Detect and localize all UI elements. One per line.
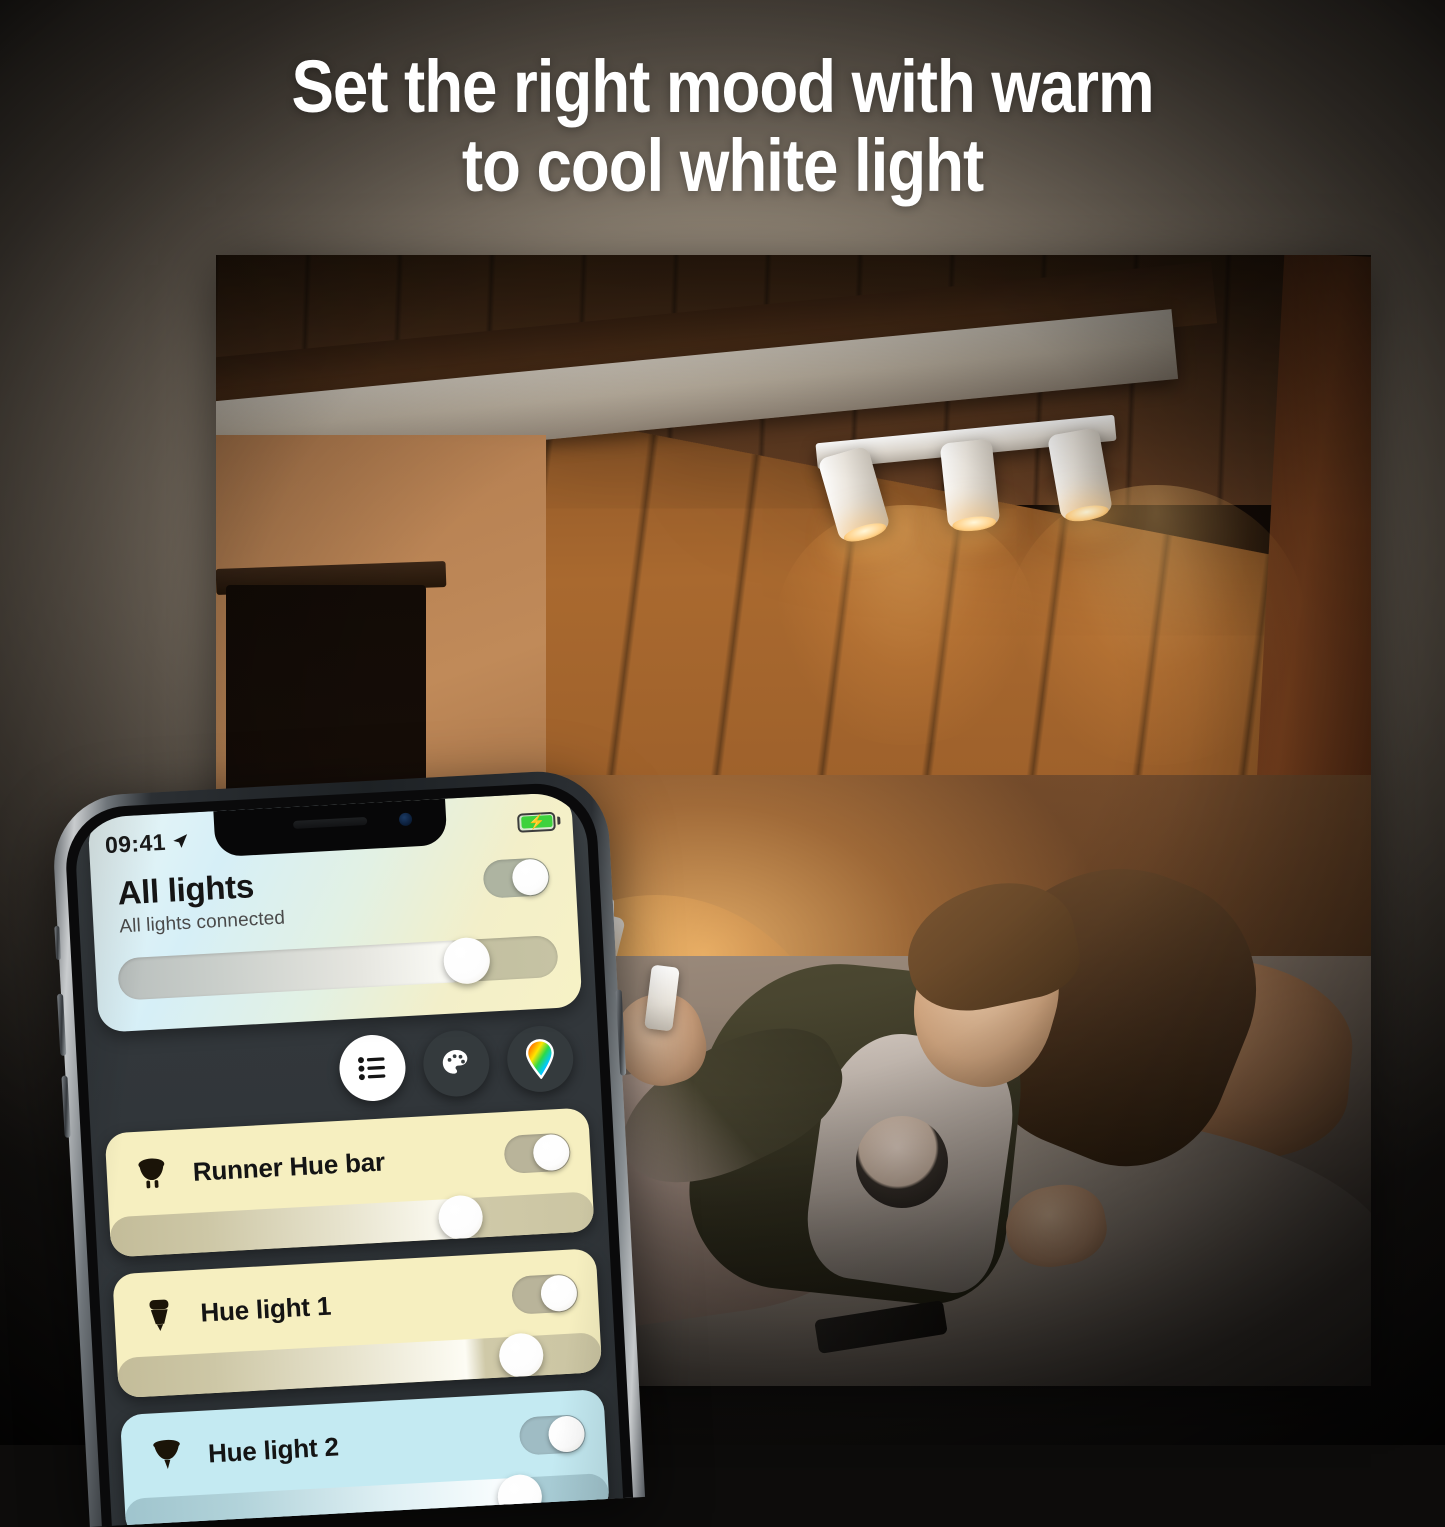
clock-time: 09:41: [104, 828, 167, 858]
light-name: Hue light 2: [207, 1430, 340, 1468]
light-card-hue-light-2[interactable]: Hue light 2: [119, 1389, 610, 1526]
slider-knob[interactable]: [498, 1332, 545, 1379]
status-clock: 09:41: [104, 827, 189, 858]
light-name: Runner Hue bar: [191, 1146, 386, 1187]
scenes-button[interactable]: [421, 1028, 492, 1099]
battery-charging-icon: ⚡: [516, 811, 561, 833]
battery-body: ⚡: [516, 811, 556, 833]
light-toggle[interactable]: [503, 1132, 572, 1174]
spot-bulb-icon: [153, 1439, 180, 1469]
phone-screen: All lights All lights connected 09:41 ⚡ …: [73, 791, 624, 1526]
phone-mockup: All lights All lights connected 09:41 ⚡ …: [50, 767, 646, 1527]
palette-icon: [442, 1049, 468, 1074]
toggle-knob: [547, 1415, 586, 1453]
lights-list: Runner Hue bar Hue light 1 Hue light 2: [104, 1107, 610, 1526]
list-icon: [358, 1057, 386, 1081]
toggle-knob: [539, 1274, 578, 1313]
ceiling-spot-2: [939, 438, 1001, 530]
toggle-knob: [532, 1133, 571, 1172]
light-card-runner-hue-bar[interactable]: Runner Hue bar: [104, 1107, 595, 1258]
downlight-bulb-icon: [149, 1299, 169, 1331]
light-toggle[interactable]: [518, 1414, 587, 1456]
all-lights-subtitle: All lights connected: [118, 907, 286, 938]
battery-cap: [557, 816, 561, 825]
list-view-button[interactable]: [337, 1033, 408, 1103]
action-button-row: [86, 1019, 601, 1121]
light-name: Hue light 1: [199, 1290, 332, 1328]
slider-knob[interactable]: [442, 936, 491, 985]
color-picker-button[interactable]: [505, 1024, 575, 1094]
all-lights-toggle[interactable]: [482, 857, 551, 899]
slider-knob[interactable]: [437, 1194, 484, 1241]
location-arrow-icon: [173, 833, 187, 848]
page-title: Set the right mood with warm to cool whi…: [101, 45, 1344, 208]
slider-knob[interactable]: [496, 1473, 543, 1520]
battery-fill: ⚡: [520, 813, 553, 831]
headline-line-2: to cool white light: [461, 124, 984, 208]
color-pin-icon: [525, 1039, 554, 1080]
gu10-spot-bulb-icon: [138, 1158, 165, 1189]
light-card-hue-light-1[interactable]: Hue light 1: [112, 1248, 603, 1399]
toggle-knob: [511, 858, 550, 897]
charging-bolt-icon: ⚡: [527, 813, 546, 831]
all-lights-brightness-slider[interactable]: [117, 934, 559, 1001]
all-lights-title: All lights: [116, 867, 255, 912]
light-toggle[interactable]: [510, 1273, 579, 1315]
headline-line-1: Set the right mood with warm: [291, 45, 1154, 128]
phone-bezel: All lights All lights connected 09:41 ⚡ …: [63, 780, 634, 1527]
